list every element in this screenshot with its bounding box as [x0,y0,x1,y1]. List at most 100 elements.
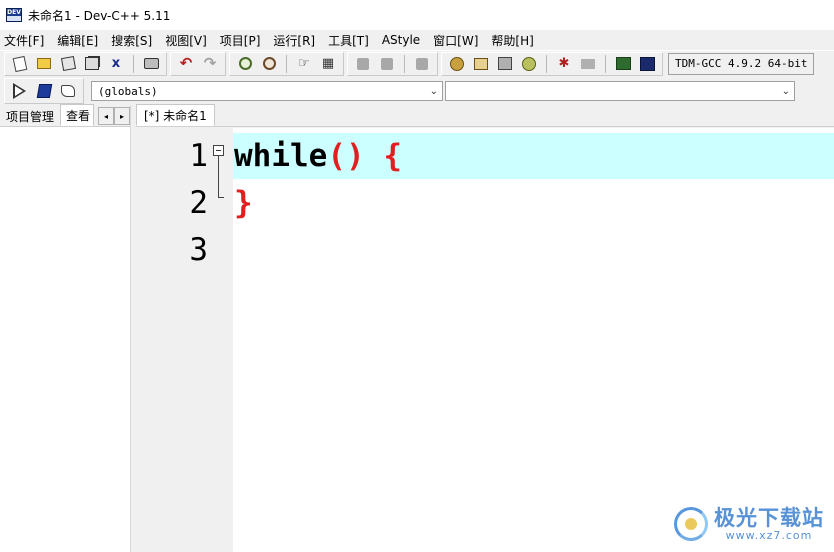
devcpp-app-icon: DEV [6,8,22,22]
menu-view[interactable]: 视图[V] [165,32,207,49]
toolbar-separator [546,54,547,73]
debug-icon: ✱ [558,56,570,71]
menu-astyle[interactable]: AStyle [382,33,420,47]
close-file-button[interactable]: x [106,54,126,74]
new-project-button[interactable] [10,81,30,101]
menu-search[interactable]: 搜索[S] [111,32,152,49]
redo-button[interactable]: ↷ [200,54,220,74]
arrow-right-icon: ▸ [119,111,124,121]
tab-project-manager[interactable]: 项目管理 [0,106,61,126]
open-file-button[interactable] [34,54,54,74]
debug-button[interactable]: ✱ [554,54,574,74]
project-panel: 项目管理 查看 ◂ ▸ [0,104,131,552]
window-title: 未命名1 - Dev-C++ 5.11 [28,8,171,23]
find-button[interactable] [235,54,255,74]
class-combo[interactable]: (globals) ⌄ [91,81,443,101]
toggle-comment-button[interactable] [412,54,432,74]
menu-help[interactable]: 帮助[H] [491,32,533,49]
watermark-logo-icon [674,507,708,542]
replace-button[interactable] [259,54,279,74]
bookmark-button[interactable]: ▦ [318,54,338,74]
remove-indent-button[interactable] [377,54,397,74]
new-file-button[interactable] [10,54,30,74]
editor-tabs: [*] 未命名1 [136,104,834,127]
tab-view[interactable]: 查看 [60,104,95,126]
save-icon [60,55,76,72]
profile-button[interactable] [613,54,633,74]
rebuild-button[interactable] [519,54,539,74]
toolbar-separator [605,54,606,73]
chart-icon [615,57,631,70]
code-symbols: () { [327,138,402,174]
menu-bar: 文件[F] 编辑[E] 搜索[S] 视图[V] 项目[P] 运行[R] 工具[T… [0,30,834,50]
stop-button[interactable] [578,54,598,74]
watermark-text: 极光下载站 www.xz7.com [714,505,824,542]
member-combo[interactable]: ⌄ [445,81,795,101]
book-icon [36,84,52,98]
tab-untitled-1[interactable]: [*] 未命名1 [136,104,215,126]
goto-line-button[interactable]: ☞ [294,54,314,74]
main-toolbar: x ↶ ↷ ☞ ▦ ✱ TDM-GCC 4.9.2 64-bit [0,50,834,76]
toolbar-separator [404,54,405,73]
menu-run[interactable]: 运行[R] [273,32,315,49]
tab-scroll-left-button[interactable]: ◂ [98,107,114,125]
open-file-icon [37,58,51,69]
compiler-selector[interactable]: TDM-GCC 4.9.2 64-bit [668,52,815,75]
run-icon [474,57,488,70]
undo-icon: ↶ [179,54,193,72]
line-number: 1 [189,138,208,174]
chevron-down-icon: ⌄ [781,85,790,97]
project-toolbar [4,78,84,104]
menu-tools[interactable]: 工具[T] [328,32,369,49]
fold-collapse-icon[interactable] [213,145,224,156]
undo-button[interactable]: ↶ [176,54,196,74]
class-combo-value: (globals) [98,84,158,98]
tab-scroll-right-button[interactable]: ▸ [114,107,130,125]
toolbar-separator [286,54,287,73]
fold-line [218,156,219,198]
print-icon [143,58,159,69]
tab-scroll-arrows: ◂ ▸ [98,107,130,125]
help-book-button[interactable] [58,81,78,101]
edit-toolbar: ↶ ↷ [170,51,226,76]
print-button[interactable] [141,54,161,74]
editor-area: [*] 未命名1 1 2 3 while() { } [136,104,834,552]
add-indent-icon [357,57,369,70]
bookmark-icon: ▦ [321,56,335,71]
watermark: 极光下载站 www.xz7.com [674,505,824,542]
new-file-icon [12,55,28,72]
play-icon [13,83,27,99]
code-symbols: } [234,185,253,221]
open-book-icon [61,85,75,97]
line-number: 2 [189,185,208,221]
indent-toolbar [347,51,438,76]
menu-project[interactable]: 项目[P] [220,32,261,49]
goto-line-icon: ☞ [298,56,310,71]
replace-icon [262,57,276,70]
arrow-left-icon: ◂ [103,111,108,121]
secondary-toolbar: (globals) ⌄ ⌄ [0,77,834,105]
save-button[interactable] [58,54,78,74]
code-editor[interactable]: 1 2 3 while() { } [136,128,834,552]
run-button[interactable] [471,54,491,74]
line-number: 3 [189,232,208,268]
watermark-title: 极光下载站 [714,505,824,530]
toggle-comment-icon [416,57,428,70]
menu-file[interactable]: 文件[F] [4,32,44,49]
fold-end-marker [218,197,224,198]
title-bar: DEV 未命名1 - Dev-C++ 5.11 [0,0,834,30]
console-button[interactable] [637,54,657,74]
code-keyword: while [234,138,328,174]
code-line[interactable]: } [234,180,253,227]
code-line[interactable]: while() { [234,133,402,180]
menu-edit[interactable]: 编辑[E] [57,32,98,49]
compile-button[interactable] [447,54,467,74]
project-book-button[interactable] [34,81,54,101]
find-icon [238,57,252,70]
add-indent-button[interactable] [353,54,373,74]
watermark-url: www.xz7.com [725,528,813,542]
file-toolbar: x [4,51,167,76]
save-all-button[interactable] [82,54,102,74]
menu-window[interactable]: 窗口[W] [433,32,478,49]
compile-run-button[interactable] [495,54,515,74]
